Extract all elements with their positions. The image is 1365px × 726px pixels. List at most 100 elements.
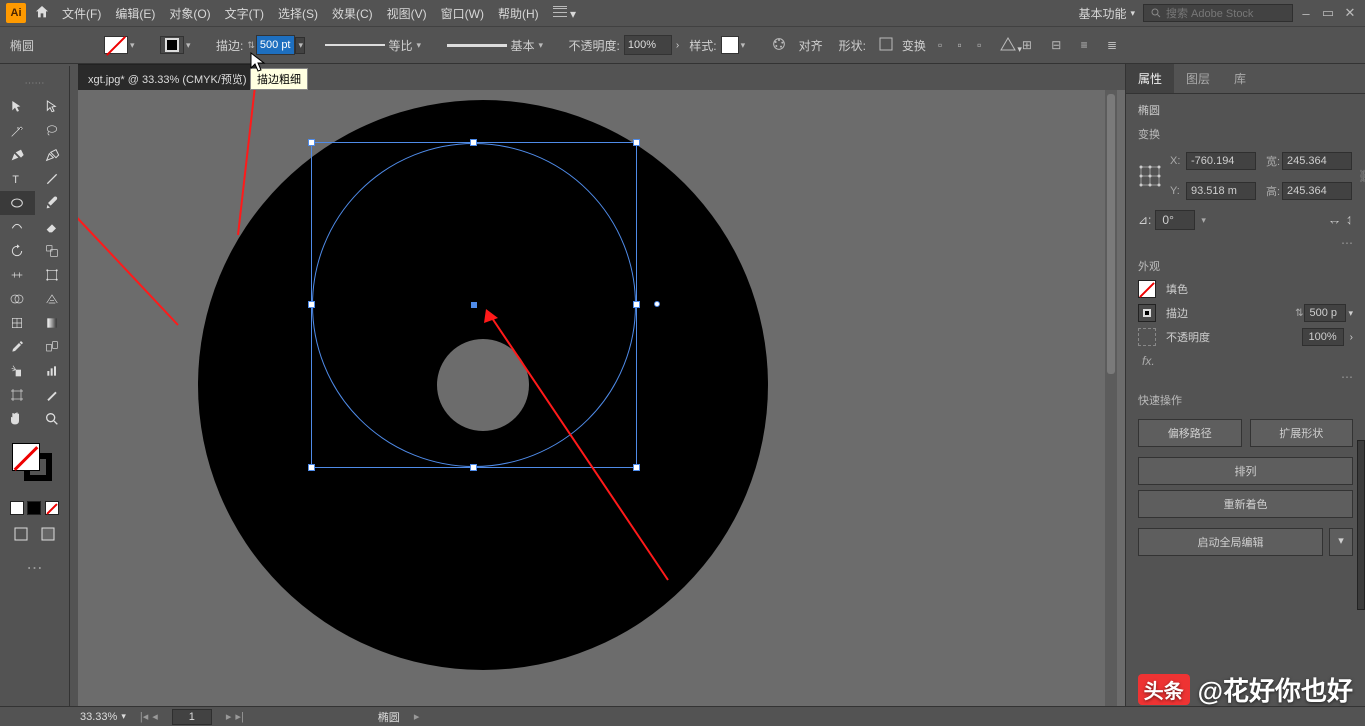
stroke-swatch-panel[interactable] — [1138, 304, 1156, 322]
zoom-tool[interactable] — [35, 407, 70, 431]
btn-arrange[interactable]: 排列 — [1138, 457, 1353, 485]
flip-h-icon[interactable]: ⥐ — [1330, 213, 1340, 228]
shape-icon[interactable] — [878, 36, 894, 55]
tab-layers[interactable]: 图层 — [1174, 64, 1222, 93]
style-dropdown[interactable]: ▾ — [741, 40, 751, 51]
perspective-grid-tool[interactable] — [35, 287, 70, 311]
mesh-tool[interactable] — [0, 311, 35, 335]
opacity-field[interactable]: 100% — [624, 35, 672, 55]
shape-builder-tool[interactable] — [0, 287, 35, 311]
workspace-switcher[interactable]: 基本功能 ▾ — [1078, 5, 1135, 22]
fill-swatch-panel[interactable] — [1138, 280, 1156, 298]
btn-global-edit-dd[interactable]: ▾ — [1329, 528, 1353, 556]
ellipse-tool[interactable] — [0, 191, 35, 215]
eraser-tool[interactable] — [35, 215, 70, 239]
collapsed-panel-strip[interactable] — [1357, 440, 1365, 610]
transform-icons[interactable]: ▫ ▫ ▫ — [938, 38, 987, 52]
style-swatch[interactable] — [721, 36, 739, 54]
screen-mode-normal[interactable] — [14, 527, 28, 546]
brush-definition[interactable]: 基本▾ — [447, 37, 559, 54]
rotate-dropdown[interactable]: ▾ — [1201, 215, 1206, 226]
tab-properties[interactable]: 属性 — [1126, 64, 1174, 93]
menu-view[interactable]: 视图(V) — [387, 5, 427, 22]
fill-stroke-indicator[interactable] — [8, 443, 61, 485]
line-tool[interactable] — [35, 167, 70, 191]
stroke-stepper[interactable]: ⇅ — [247, 40, 255, 51]
slice-tool[interactable] — [35, 383, 70, 407]
fill-dropdown[interactable]: ▾ — [130, 40, 140, 51]
flip-v-icon[interactable]: ⥑ — [1347, 213, 1353, 228]
w-field[interactable]: 245.364 — [1282, 152, 1352, 170]
stroke-dropdown[interactable]: ▾ — [186, 40, 196, 51]
reference-point[interactable] — [1138, 164, 1162, 188]
column-graph-tool[interactable] — [35, 359, 70, 383]
vertical-scrollbar[interactable] — [1105, 90, 1117, 706]
btn-recolor[interactable]: 重新着色 — [1138, 490, 1353, 518]
hand-tool[interactable] — [0, 407, 35, 431]
center-point[interactable] — [471, 302, 477, 308]
magic-wand-tool[interactable] — [0, 119, 35, 143]
link-wh-icon[interactable]: ⛓ — [1358, 169, 1365, 183]
rotate-field[interactable]: 0° — [1155, 210, 1195, 230]
h-field[interactable]: 245.364 — [1282, 182, 1352, 200]
menu-effect[interactable]: 效果(C) — [332, 5, 373, 22]
menu-type[interactable]: 文字(T) — [225, 5, 264, 22]
fill-swatch[interactable] — [104, 36, 128, 54]
pie-widget[interactable] — [654, 301, 660, 307]
direct-selection-tool[interactable] — [35, 95, 70, 119]
gradient-mode[interactable] — [27, 501, 41, 515]
status-play[interactable]: ▸ — [414, 710, 420, 723]
none-mode[interactable] — [45, 501, 59, 515]
search-stock[interactable]: 搜索 Adobe Stock — [1143, 4, 1293, 22]
artboard-nav[interactable]: 1 — [172, 709, 212, 725]
width-profile[interactable]: 等比▾ — [325, 37, 437, 54]
edit-toolbar[interactable]: ⋯ — [0, 558, 69, 578]
transform-label[interactable]: 变换 — [902, 37, 926, 54]
window-minimize[interactable]: – — [1297, 6, 1315, 21]
appearance-more[interactable]: ⋯ — [1138, 370, 1353, 384]
nav-first[interactable]: |◂ — [140, 710, 148, 723]
color-mode[interactable] — [10, 501, 24, 515]
opacity-icon[interactable] — [1138, 328, 1156, 346]
nav-last[interactable]: ▸| — [235, 710, 243, 723]
menu-window[interactable]: 窗口(W) — [441, 5, 484, 22]
curvature-tool[interactable] — [35, 143, 70, 167]
screen-mode-full[interactable] — [41, 527, 55, 546]
symbol-sprayer-tool[interactable] — [0, 359, 35, 383]
menu-object[interactable]: 对象(O) — [169, 5, 210, 22]
selection-bounding-box[interactable] — [311, 142, 637, 468]
panel-toggle-icons[interactable]: ⊞ ⊟ ≡ ≣ — [1022, 38, 1125, 52]
menu-help[interactable]: 帮助(H) — [498, 5, 539, 22]
isolate-icon[interactable]: ▾ — [999, 36, 1022, 55]
stroke-weight-panel-dd[interactable]: ▾ — [1348, 308, 1353, 319]
btn-global-edit[interactable]: 启动全局编辑 — [1138, 528, 1323, 556]
btn-expand-shape[interactable]: 扩展形状 — [1250, 419, 1354, 447]
blend-tool[interactable] — [35, 335, 70, 359]
tab-libraries[interactable]: 库 — [1222, 64, 1258, 93]
transform-more[interactable]: ⋯ — [1138, 236, 1353, 250]
type-tool[interactable]: T — [0, 167, 35, 191]
nav-next[interactable]: ▸ — [226, 710, 232, 723]
canvas[interactable] — [78, 90, 1105, 706]
menu-select[interactable]: 选择(S) — [278, 5, 318, 22]
pen-tool[interactable] — [0, 143, 35, 167]
shaper-tool[interactable] — [0, 215, 35, 239]
stroke-weight-field[interactable]: 500 pt — [256, 35, 295, 55]
gradient-tool[interactable] — [35, 311, 70, 335]
selection-tool[interactable] — [0, 95, 35, 119]
btn-offset-path[interactable]: 偏移路径 — [1138, 419, 1242, 447]
menu-edit[interactable]: 编辑(E) — [115, 5, 155, 22]
stroke-weight-panel[interactable]: 500 p — [1304, 304, 1346, 322]
scale-tool[interactable] — [35, 239, 70, 263]
status-selection[interactable]: 椭圆 — [378, 709, 400, 725]
stroke-swatch[interactable] — [160, 36, 184, 54]
eyedropper-tool[interactable] — [0, 335, 35, 359]
recolor-icon[interactable] — [771, 36, 787, 55]
width-tool[interactable] — [0, 263, 35, 287]
paintbrush-tool[interactable] — [35, 191, 70, 215]
home-icon[interactable] — [34, 4, 50, 23]
y-field[interactable]: 93.518 m — [1186, 182, 1256, 200]
zoom-level[interactable]: 33.33% ▾ — [80, 711, 126, 723]
free-transform-tool[interactable] — [35, 263, 70, 287]
align-label[interactable]: 对齐 — [799, 37, 823, 54]
